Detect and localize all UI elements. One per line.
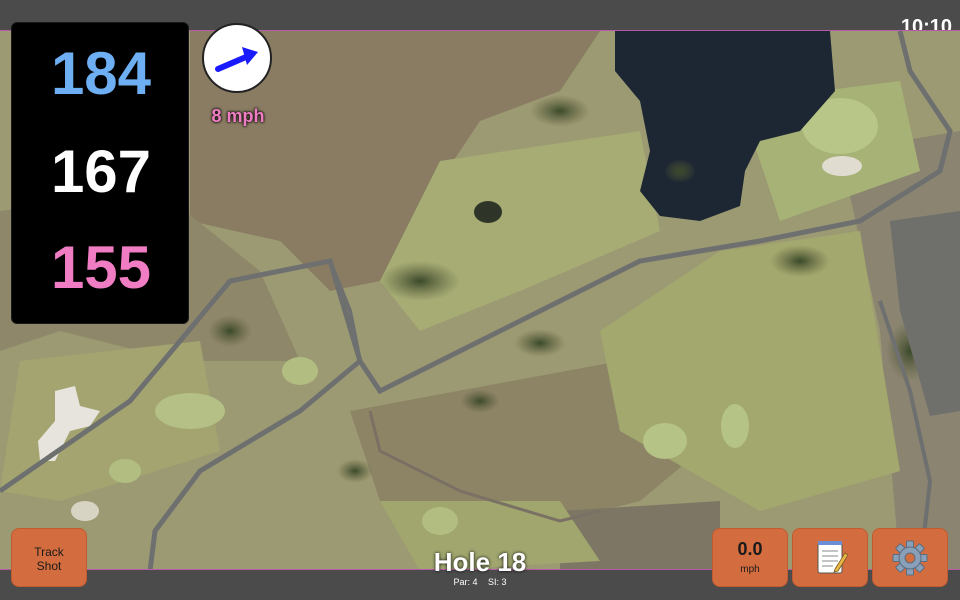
wind-button-unit: mph — [740, 564, 760, 575]
distance-back: 184 — [50, 40, 152, 107]
hole-title: Hole 18 — [433, 547, 527, 577]
distance-panel: 184 167 155 — [11, 22, 189, 324]
hole-par: Par: 4 — [453, 577, 478, 587]
track-shot-label-line1: Track — [34, 545, 64, 559]
wind-button[interactable]: 0.0 mph — [712, 528, 788, 587]
settings-button[interactable] — [872, 528, 948, 587]
hole-stroke-index: SI: 3 — [488, 577, 507, 587]
notepad-icon — [817, 541, 849, 574]
hole-info: Par: 4 SI: 3 — [380, 577, 580, 587]
distance-middle: 167 — [50, 138, 152, 205]
wind-button-value: 0.0 — [737, 539, 763, 559]
notes-button[interactable] — [792, 528, 868, 587]
wind-speed-label: 8 mph — [211, 106, 265, 126]
gear-icon — [892, 540, 928, 576]
distance-front: 155 — [50, 234, 152, 301]
wind-direction-dial — [202, 23, 272, 93]
arrow-icon — [215, 47, 258, 72]
track-shot-label-line2: Shot — [36, 559, 62, 573]
track-shot-button[interactable]: Track Shot — [11, 528, 87, 587]
